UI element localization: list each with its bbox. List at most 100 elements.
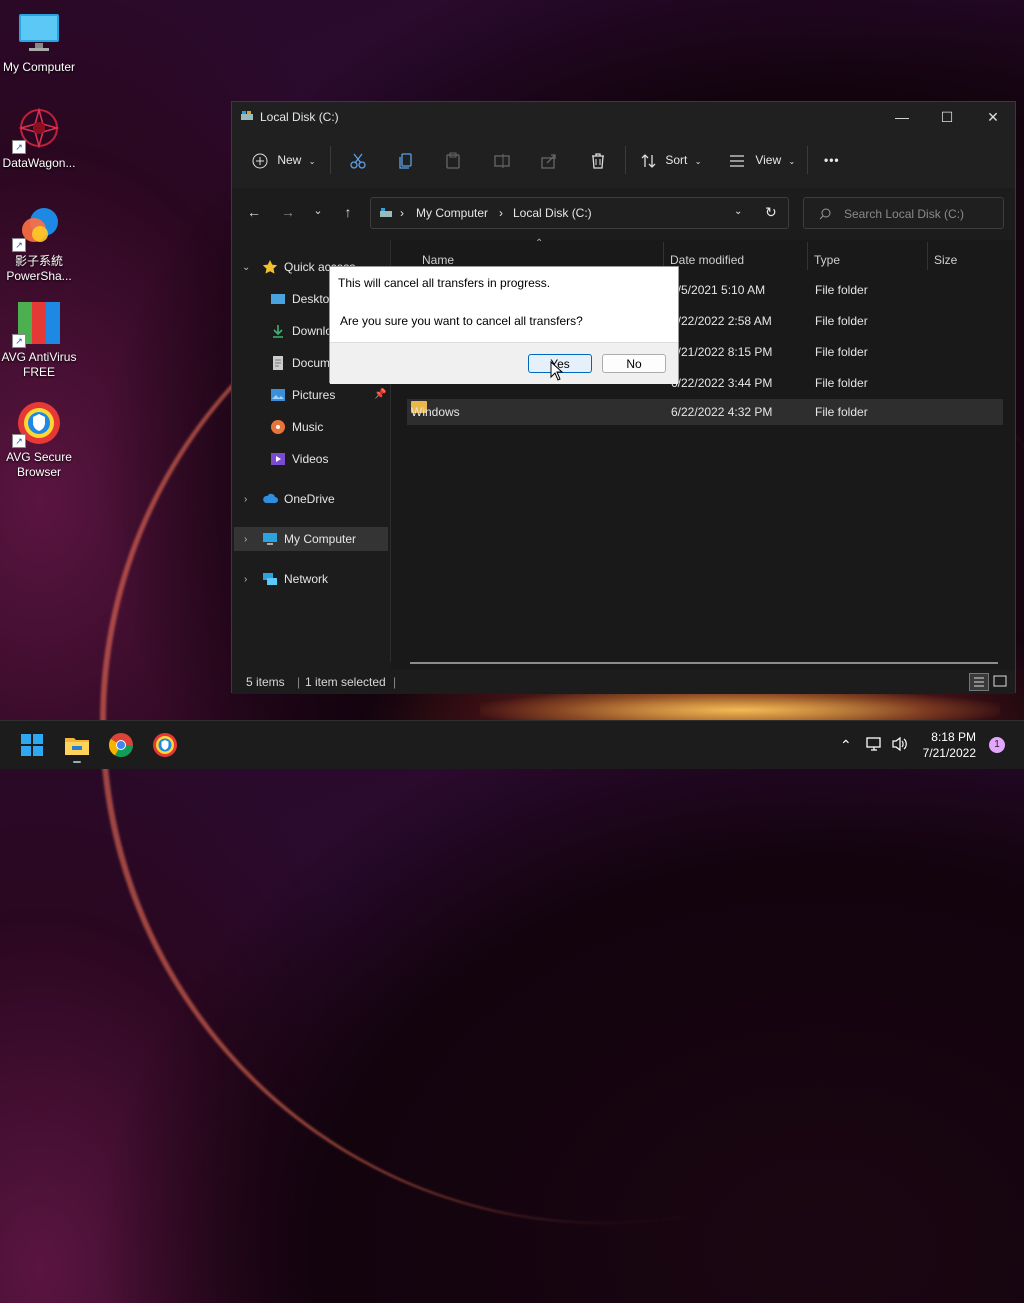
search-icon: [819, 208, 831, 220]
chrome-icon: [108, 733, 133, 758]
tiles-view-button[interactable]: [992, 673, 1010, 691]
taskbar-avg-browser[interactable]: [151, 731, 179, 759]
recent-locations-button[interactable]: ⌄: [308, 204, 328, 224]
row-type: File folder: [815, 345, 868, 359]
notification-badge[interactable]: 1: [989, 737, 1005, 753]
volume-icon[interactable]: [891, 736, 909, 755]
chevron-right-icon[interactable]: ›: [244, 534, 247, 545]
music-icon: [270, 419, 286, 435]
start-button[interactable]: [18, 731, 46, 759]
avg-antivirus-icon: ↗: [12, 300, 62, 348]
desktop-icon-my-computer[interactable]: My Computer: [0, 10, 78, 75]
row-date: 6/22/2022 2:58 AM: [671, 314, 772, 328]
minimize-button[interactable]: —: [879, 102, 925, 132]
copy-button[interactable]: [397, 148, 415, 172]
shortcut-arrow-icon: ↗: [12, 238, 26, 252]
back-button[interactable]: ←: [244, 204, 264, 224]
nav-desktop[interactable]: Desktop: [270, 287, 336, 311]
rename-button[interactable]: [493, 148, 511, 172]
chevron-right-icon[interactable]: ›: [244, 574, 247, 585]
taskbar-chrome[interactable]: [107, 731, 135, 759]
maximize-button[interactable]: ☐: [924, 102, 970, 132]
address-dropdown-icon[interactable]: ⌄: [734, 206, 742, 217]
avg-browser-icon: [153, 733, 177, 757]
copy-icon: [399, 153, 412, 169]
desktop-icon-label: AVG AntiVirus FREE: [1, 350, 77, 379]
desktop-icon-label: DataWagon...: [2, 156, 76, 170]
chevron-right-icon[interactable]: ›: [244, 494, 247, 505]
command-bar: New ⌄ Sort ⌄ View ⌄ •••: [232, 132, 1015, 189]
column-header-type[interactable]: Type: [814, 249, 840, 271]
view-label: View: [755, 153, 782, 167]
title-bar[interactable]: Local Disk (C:) — ☐ ✕: [232, 102, 1015, 132]
cloud-icon: [262, 491, 278, 507]
column-divider[interactable]: [807, 242, 808, 270]
show-hidden-icons-chevron-icon[interactable]: ⌃: [840, 721, 852, 769]
desktop-icon-powershadow[interactable]: ↗ 影子系統 PowerSha...: [0, 204, 78, 284]
new-button[interactable]: New ⌄: [252, 148, 315, 172]
row-date: 6/22/2022 4:32 PM: [671, 405, 773, 419]
nav-network[interactable]: Network: [262, 567, 328, 591]
taskbar: ⌃ 8:18 PM 7/21/2022 1: [0, 720, 1024, 769]
breadcrumb-my-computer[interactable]: My Computer: [416, 206, 488, 220]
share-button[interactable]: [540, 148, 558, 172]
windows-logo-icon: [21, 734, 43, 756]
delete-button[interactable]: [589, 148, 607, 172]
clock-date: 7/21/2022: [922, 746, 976, 760]
refresh-icon[interactable]: ↻: [765, 204, 777, 221]
column-header-date[interactable]: Date modified: [670, 249, 744, 271]
pin-icon[interactable]: 📌: [374, 389, 386, 400]
see-more-button[interactable]: •••: [824, 148, 840, 172]
nav-pictures[interactable]: Pictures: [270, 383, 335, 407]
address-bar[interactable]: › My Computer › Local Disk (C:) ⌄ ↻: [370, 197, 789, 229]
nav-label: OneDrive: [284, 492, 335, 506]
dialog-footer: Yes No: [330, 342, 678, 384]
desktop-icon-label: My Computer: [2, 60, 76, 74]
desktop-icon-avg-antivirus[interactable]: ↗ AVG AntiVirus FREE: [0, 300, 78, 380]
up-button[interactable]: ↑: [338, 204, 358, 224]
column-header-size[interactable]: Size: [934, 249, 957, 271]
chevron-down-icon[interactable]: ⌄: [242, 262, 250, 273]
breadcrumb-separator: ›: [400, 206, 404, 220]
chevron-down-icon: ⌄: [788, 157, 796, 166]
desktop-icon-datawagon[interactable]: ↗ DataWagon...: [0, 106, 78, 171]
row-type: File folder: [815, 314, 868, 328]
toolbar-divider: [330, 146, 331, 174]
taskbar-file-explorer[interactable]: [63, 731, 91, 763]
column-divider[interactable]: [927, 242, 928, 270]
desktop-icon-avg-browser[interactable]: ↗ AVG Secure Browser: [0, 400, 78, 480]
view-button[interactable]: View ⌄: [728, 148, 795, 172]
nav-label: Videos: [292, 452, 329, 466]
running-indicator: [73, 761, 81, 763]
network-icon[interactable]: [866, 736, 884, 755]
breadcrumb-local-disk[interactable]: Local Disk (C:): [513, 206, 592, 220]
nav-music[interactable]: Music: [270, 415, 323, 439]
close-button[interactable]: ✕: [970, 102, 1016, 132]
table-row[interactable]: Windows 6/22/2022 4:32 PM File folder: [407, 399, 1003, 425]
nav-label: My Computer: [284, 532, 357, 546]
search-box[interactable]: Search Local Disk (C:): [803, 197, 1004, 229]
nav-my-computer[interactable]: My Computer: [234, 527, 388, 551]
nav-label: Pictures: [292, 388, 336, 402]
nav-videos[interactable]: Videos: [270, 447, 328, 471]
sort-button[interactable]: Sort ⌄: [640, 148, 701, 172]
clock[interactable]: 8:18 PM 7/21/2022: [923, 729, 976, 761]
dialog-message-line1: This will cancel all transfers in progre…: [338, 276, 551, 290]
status-item-count: 5 items: [246, 675, 285, 689]
folder-icon: [65, 738, 89, 755]
nav-onedrive[interactable]: OneDrive: [262, 487, 335, 511]
details-view-button[interactable]: [969, 673, 989, 691]
status-divider: |: [393, 675, 397, 689]
cut-button[interactable]: [349, 148, 367, 172]
chevron-down-icon: ⌄: [308, 157, 316, 166]
horizontal-scrollbar[interactable]: [410, 662, 998, 664]
paste-button[interactable]: [444, 148, 462, 172]
row-date: 6/5/2021 5:10 AM: [671, 283, 766, 297]
forward-button[interactable]: →: [278, 204, 298, 224]
no-button[interactable]: No: [602, 354, 666, 373]
drive-icon: [379, 206, 393, 220]
network-icon: [262, 571, 278, 587]
toolbar-divider: [625, 146, 626, 174]
nav-label: Music: [292, 420, 324, 434]
videos-icon: [270, 451, 286, 467]
